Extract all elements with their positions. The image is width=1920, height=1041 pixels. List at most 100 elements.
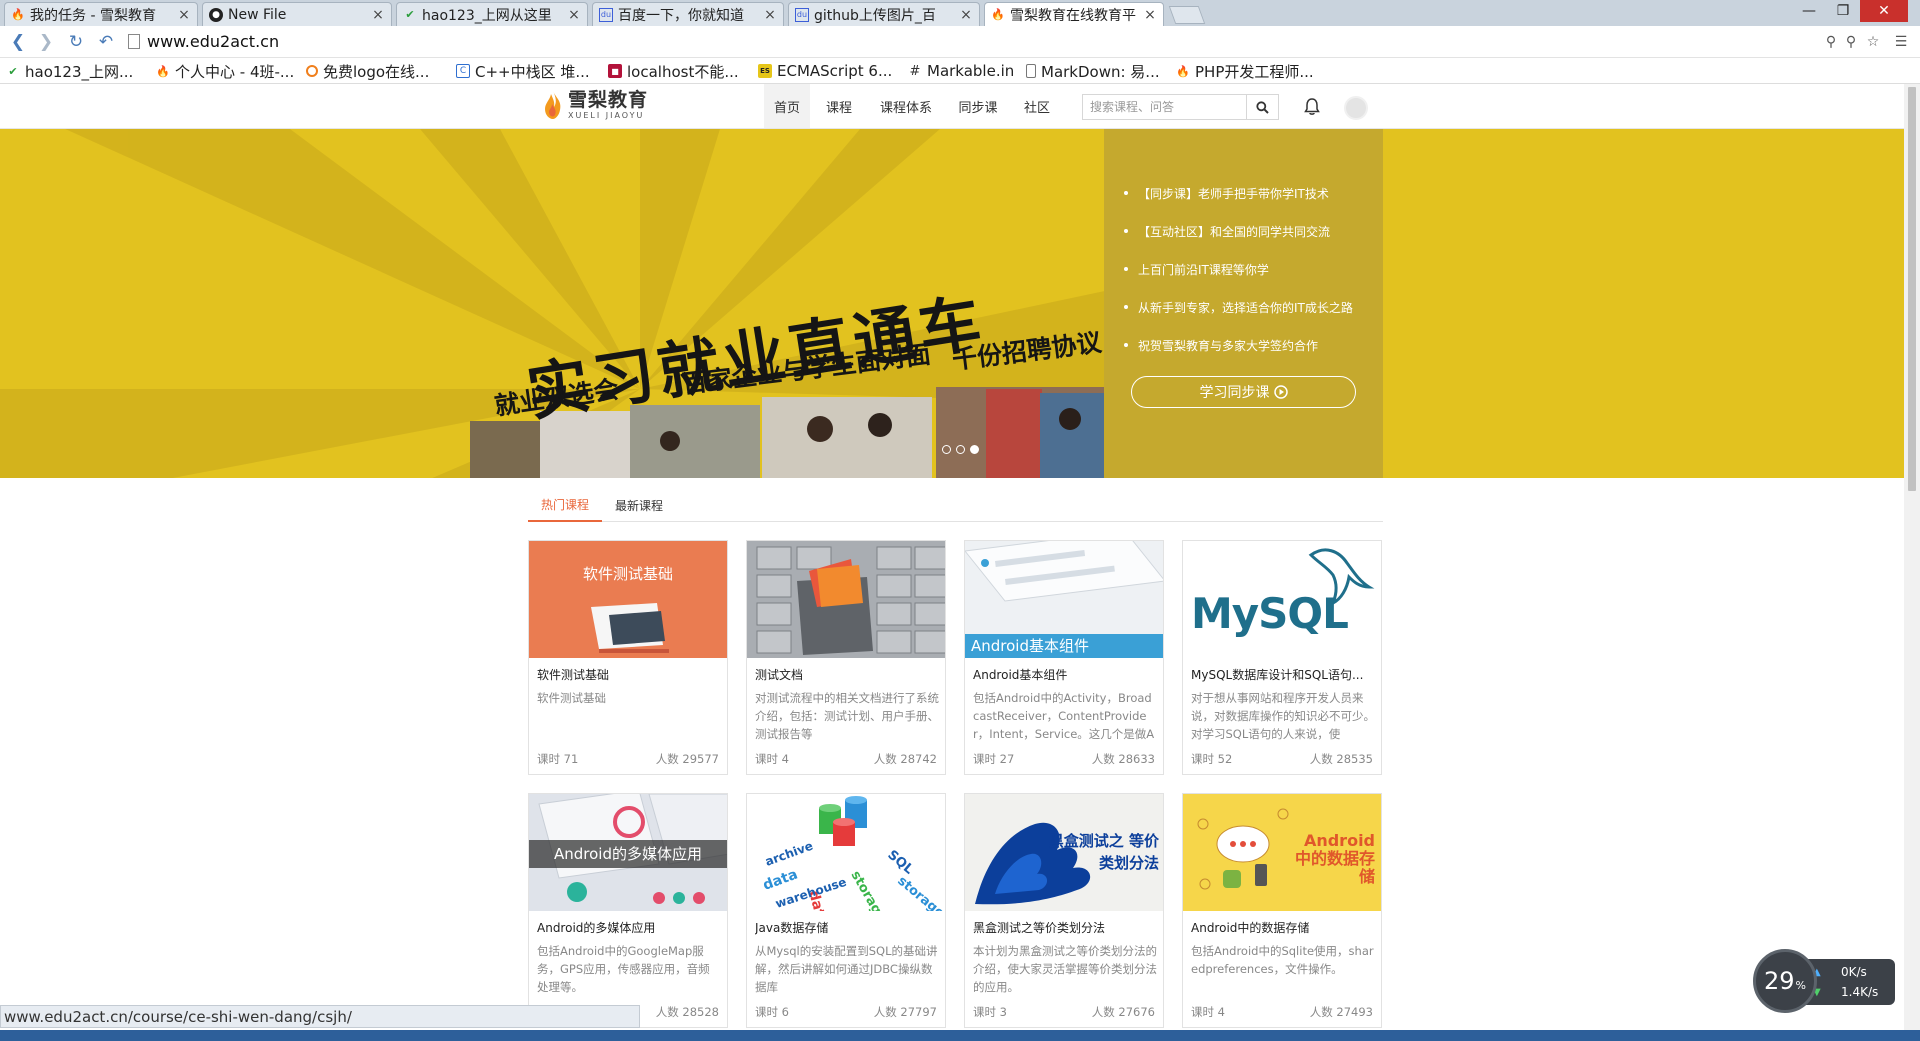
bullet-icon xyxy=(1124,191,1128,195)
thumbnail-caption: Android基本组件 xyxy=(965,634,1163,658)
course-title: 黑盒测试之等价类划分法 xyxy=(973,921,1106,935)
bell-icon[interactable] xyxy=(1303,97,1321,117)
feature-item: 【同步课】老师手把手带你学IT技术 xyxy=(1124,174,1353,212)
site-logo[interactable]: 雪梨教育 XUELI JIAOYU xyxy=(542,90,648,120)
course-card[interactable]: Android的多媒体应用 Android的多媒体应用 包括Android中的G… xyxy=(528,793,728,1028)
tab-new-courses[interactable]: 最新课程 xyxy=(602,489,676,522)
close-window-icon[interactable]: ✕ xyxy=(1860,0,1908,22)
tab-close-icon[interactable]: × xyxy=(763,7,777,23)
bookmark-item[interactable]: 🔥 PHP开发工程师... xyxy=(1176,62,1314,81)
star-icon[interactable]: ☆ xyxy=(1864,33,1882,51)
tab-hot-courses[interactable]: 热门课程 xyxy=(528,489,602,522)
avatar[interactable] xyxy=(1344,96,1368,120)
forward-icon[interactable]: ❯ xyxy=(36,32,56,52)
bookmark-item[interactable]: ✔ hao123_上网... xyxy=(6,62,133,81)
bookmark-item[interactable]: ■ localhost不能... xyxy=(608,62,739,81)
thumbnail-caption: Android 中的数据存储 xyxy=(1294,831,1375,886)
memory-usage-dial[interactable]: 29% xyxy=(1753,949,1817,1013)
student-count: 人数 28535 xyxy=(1309,752,1373,766)
carousel-dot[interactable] xyxy=(956,445,965,454)
undo-icon[interactable]: ↶ xyxy=(96,32,116,52)
search-icon xyxy=(1256,100,1269,114)
thumbnail-caption: 黑盒测试之 等价类划分法 xyxy=(1048,832,1159,872)
hero-banner: 实习就业直通车 就业双选会 百家企业与学生面对面 千份招聘协议 【同步课】老师手… xyxy=(0,129,1904,478)
bookmark-item[interactable]: 免费logo在线... xyxy=(306,62,429,81)
tab-close-icon[interactable]: × xyxy=(1143,7,1157,23)
course-description: 软件测试基础 xyxy=(537,691,606,705)
bookmark-item[interactable]: C C++中栈区 堆... xyxy=(456,62,590,81)
hao123-icon: ✔ xyxy=(405,8,415,21)
laptop-illustration xyxy=(591,603,669,653)
logo-text: 雪梨教育 xyxy=(568,88,649,111)
address-bar[interactable]: www.edu2act.cn xyxy=(147,32,279,51)
course-title: Android的多媒体应用 xyxy=(537,921,656,935)
csdn-icon: C xyxy=(456,64,470,78)
course-card[interactable]: 软件测试基础 软件测试基础 软件测试基础 课时 71 人数 29577 xyxy=(528,540,728,775)
bookmarks-bar: ✔ hao123_上网... 🔥 个人中心 - 4班-... 免费logo在线.… xyxy=(0,58,1920,84)
feature-item: 【互动社区】和全国的同学共同交流 xyxy=(1124,212,1353,250)
student-count: 人数 28528 xyxy=(655,1005,719,1019)
back-icon[interactable]: ❮ xyxy=(8,32,28,52)
nav-community[interactable]: 社区 xyxy=(1014,84,1060,128)
course-card[interactable]: Android基本组件 Android基本组件 包括Android中的Activ… xyxy=(964,540,1164,775)
nav-courses[interactable]: 课程 xyxy=(816,84,862,128)
search-box xyxy=(1082,94,1279,120)
reload-icon[interactable]: ↻ xyxy=(66,32,86,52)
nav-sync-courses[interactable]: 同步课 xyxy=(948,84,1008,128)
bookmark-item[interactable]: 🔥 个人中心 - 4班-... xyxy=(156,62,294,81)
nav-home[interactable]: 首页 xyxy=(764,84,810,128)
thumbnail-caption: Android的多媒体应用 xyxy=(529,840,727,868)
nav-course-system[interactable]: 课程体系 xyxy=(872,84,940,128)
hero-background-right xyxy=(1383,129,1904,478)
course-card[interactable]: archive data database storage SQL storag… xyxy=(746,793,946,1028)
browser-tab[interactable]: ● New File × xyxy=(202,2,392,26)
upload-speed: ▲ 0K/s xyxy=(1813,965,1867,979)
course-description: 对测试流程中的相关文档进行了系统介绍，包括：测试计划、用户手册、测试报告等 xyxy=(755,691,939,741)
student-count: 人数 28633 xyxy=(1091,752,1155,766)
browser-tab[interactable]: ✔ hao123_上网从这里 × xyxy=(396,2,588,26)
tab-close-icon[interactable]: × xyxy=(567,7,581,23)
search-input[interactable] xyxy=(1083,95,1247,119)
tab-close-icon[interactable]: × xyxy=(177,7,191,23)
bullet-icon xyxy=(1124,229,1128,233)
new-tab-button[interactable] xyxy=(1168,6,1206,24)
logo-subtext: XUELI JIAOYU xyxy=(568,110,645,120)
flame-logo-icon xyxy=(545,91,561,119)
course-card[interactable]: MySQL MySQL数据库设计和SQL语句... 对于想从事网站和程序开发人员… xyxy=(1182,540,1382,775)
browser-tab[interactable]: du github上传图片_百 × xyxy=(788,2,980,26)
lesson-count: 课时 27 xyxy=(973,752,1015,766)
course-card[interactable]: 测试文档 对测试流程中的相关文档进行了系统介绍，包括：测试计划、用户手册、测试报… xyxy=(746,540,946,775)
browser-tab-active[interactable]: 🔥 雪梨教育在线教育平 × xyxy=(984,2,1164,26)
search-button[interactable] xyxy=(1246,95,1278,119)
course-thumbnail: MySQL xyxy=(1183,541,1381,658)
carousel-dot[interactable] xyxy=(942,445,951,454)
course-description: 包括Android中的Sqlite使用，sharedpreferences，文件… xyxy=(1191,944,1374,976)
bookmark-item[interactable]: # Markable.in xyxy=(908,62,1015,80)
course-card[interactable]: Android 中的数据存储 Android中的数据存储 包括Android中的… xyxy=(1182,793,1382,1028)
browser-tab[interactable]: du 百度一下，你就知道 × xyxy=(592,2,784,26)
browser-tab[interactable]: 🔥 我的任务 - 雪梨教育 × xyxy=(4,2,198,26)
tab-close-icon[interactable]: × xyxy=(959,7,973,23)
minimize-icon[interactable]: — xyxy=(1792,0,1826,22)
bookmark-item[interactable]: MarkDown: 易... xyxy=(1026,62,1160,81)
course-title: MySQL数据库设计和SQL语句... xyxy=(1191,668,1364,682)
course-description: 本计划为黑盒测试之等价类划分法的介绍，使大家灵活掌握等价类划分法的应用。 xyxy=(973,944,1157,994)
course-thumbnail: 黑盒测试之 等价类划分法 xyxy=(965,794,1163,911)
scrollbar-thumb[interactable] xyxy=(1908,87,1916,491)
carousel-dot-active[interactable] xyxy=(970,445,979,454)
course-card[interactable]: 黑盒测试之 等价类划分法 黑盒测试之等价类划分法 本计划为黑盒测试之等价类划分法… xyxy=(964,793,1164,1028)
download-speed: ▼ 1.4K/s xyxy=(1813,985,1879,999)
menu-icon[interactable]: ☰ xyxy=(1892,33,1910,51)
bookmark-item[interactable]: ES ECMAScript 6... xyxy=(758,62,892,80)
pin-icon[interactable]: ⚲ xyxy=(1842,33,1860,51)
maximize-icon[interactable]: ❐ xyxy=(1826,0,1860,22)
play-circle-icon xyxy=(1273,385,1288,399)
course-description: 对于想从事网站和程序开发人员来说，对数据库操作的知识必不可少。对学习SQL语句的… xyxy=(1191,691,1375,741)
learn-sync-course-button[interactable]: 学习同步课 xyxy=(1131,376,1356,408)
tab-close-icon[interactable]: × xyxy=(371,7,385,23)
zoom-icon[interactable]: ⚲ xyxy=(1822,33,1840,51)
hash-icon: # xyxy=(909,63,921,79)
os-taskbar xyxy=(0,1030,1920,1041)
bullet-icon xyxy=(1124,267,1128,271)
feature-item: 祝贺雪梨教育与多家大学签约合作 xyxy=(1124,326,1353,364)
